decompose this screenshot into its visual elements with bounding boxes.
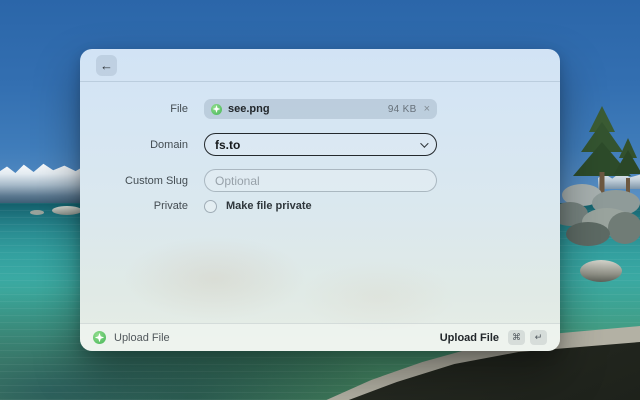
private-label: Private <box>96 200 188 212</box>
custom-slug-label: Custom Slug <box>96 175 188 187</box>
window-footer: Upload File Upload File ⌘ ↵ <box>80 323 560 351</box>
wallpaper-boulder <box>580 260 622 282</box>
file-label: File <box>96 103 188 115</box>
upload-file-action[interactable]: Upload File ⌘ ↵ <box>440 330 547 345</box>
domain-row: Domain fs.to <box>96 133 437 156</box>
domain-selected-value: fs.to <box>215 138 240 152</box>
file-name: see.png <box>228 103 270 115</box>
file-row: File see.png 94 KB × <box>96 99 437 119</box>
command-key-icon: ⌘ <box>508 330 525 345</box>
file-size: 94 KB <box>388 104 417 115</box>
domain-label: Domain <box>96 139 188 151</box>
app-sparkle-icon <box>211 104 222 115</box>
domain-select[interactable]: fs.to <box>204 133 437 156</box>
command-name: Upload File <box>114 332 170 344</box>
app-sparkle-icon <box>93 331 106 344</box>
custom-slug-row: Custom Slug <box>96 169 437 192</box>
window-header: ← <box>80 49 560 82</box>
wallpaper-small-rock <box>30 210 44 215</box>
wallpaper-boulders <box>552 182 640 248</box>
upload-file-window: ← File see.png 94 KB × Domain fs.to Cust… <box>80 49 560 351</box>
back-button[interactable]: ← <box>96 55 117 76</box>
private-checkbox-label: Make file private <box>226 200 312 212</box>
chevron-down-icon <box>420 139 428 147</box>
private-checkbox[interactable] <box>204 200 217 213</box>
remove-file-icon[interactable]: × <box>424 104 430 115</box>
wallpaper-small-rock <box>52 206 82 215</box>
custom-slug-input[interactable] <box>204 169 437 192</box>
return-key-icon: ↵ <box>530 330 547 345</box>
file-chip[interactable]: see.png 94 KB × <box>204 99 437 119</box>
private-row: Private Make file private <box>96 199 437 213</box>
back-arrow-icon: ← <box>100 59 113 72</box>
upload-file-action-label: Upload File <box>440 332 499 344</box>
